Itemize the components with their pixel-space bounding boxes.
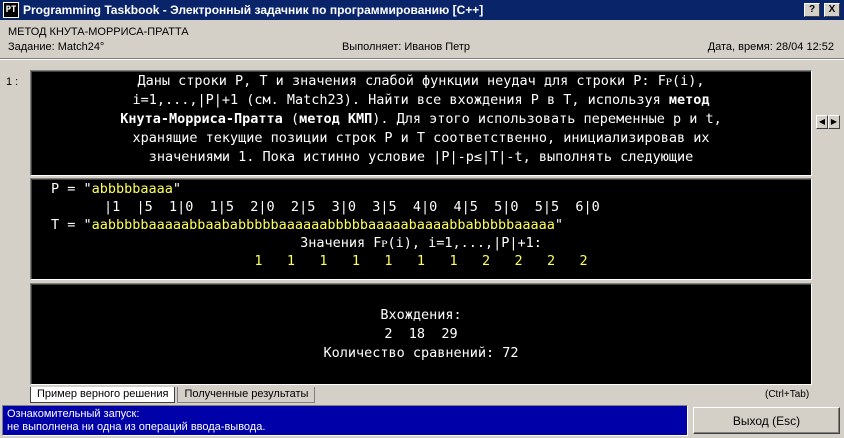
occurrences-label: Вхождения: <box>380 307 462 323</box>
pane-index: 1 : <box>6 76 19 88</box>
task-info-row: Задание: Match24° Выполняет: Иванов Петр… <box>8 41 834 53</box>
result-panel: Вхождения: 2 18 29 Количество сравнений:… <box>30 283 812 385</box>
position-ruler: |1 |5 1|0 1|5 2|0 2|5 3|0 3|5 4|0 4|5 5|… <box>104 199 600 215</box>
tab-obtained-results[interactable]: Полученные результаты <box>177 387 316 403</box>
help-button[interactable]: ? <box>804 3 820 17</box>
failure-function-label: Значения Fᴘ(i), i=1,...,|P|+1: <box>300 235 542 251</box>
occurrences-values: 2 18 29 <box>384 326 458 342</box>
t-string-line: T = "aabbbbbaaaaabbaababbbbbaaaaaabbbbba… <box>51 217 564 233</box>
input-data-panel: P = "abbbbbaaaa" |1 |5 1|0 1|5 2|0 2|5 3… <box>30 178 812 280</box>
title-bar: PT Programming Taskbook - Электронный за… <box>0 0 844 20</box>
pane-scroll-arrows: ◀ ▶ <box>816 115 840 129</box>
window-title: Programming Taskbook - Электронный задач… <box>23 3 484 17</box>
header-divider <box>0 58 844 60</box>
p-string-value: abbbbbaaaa <box>91 181 173 197</box>
bold-kmp-name: Кнута-Морриса-Пратта <box>120 111 283 127</box>
tab-sample-solution[interactable]: Пример верного решения <box>30 387 176 403</box>
close-button[interactable]: X <box>824 3 840 17</box>
task-line: хранящие текущие позиции строк P и T соо… <box>132 130 710 146</box>
datetime-label: Дата, время: 28/04 12:52 <box>707 41 834 53</box>
task-label: Задание: Match24° <box>8 41 105 53</box>
task-line: Кнута-Морриса-Пратта (метод КМП). Для эт… <box>120 111 722 127</box>
bold-method: метод <box>668 92 710 108</box>
status-message: Ознакомительный запуск: не выполнена ни … <box>2 405 688 436</box>
comparisons-label: Количество сравнений: 72 <box>323 345 519 361</box>
scroll-left-icon[interactable]: ◀ <box>816 115 828 129</box>
scroll-right-icon[interactable]: ▶ <box>828 115 840 129</box>
task-line: значениями 1. Пока истинно условие |P|-p… <box>148 149 694 165</box>
result-tabs: Пример верного решения Полученные резуль… <box>30 387 317 403</box>
t-string-value: aabbbbbaaaaabbaababbbbbaaaaaabbbbbaaaaab… <box>91 217 555 233</box>
exit-button[interactable]: Выход (Esc) <box>693 407 840 434</box>
task-line: Даны строки P, T и значения слабой функц… <box>137 73 705 89</box>
executor-label: Выполняет: Иванов Петр <box>341 41 471 53</box>
method-title: МЕТОД КНУТА-МОРРИСА-ПРАТТА <box>8 26 189 38</box>
tab-hotkey-hint: (Ctrl+Tab) <box>765 389 810 400</box>
task-description-panel: Даны строки P, T и значения слабой функц… <box>30 70 812 176</box>
status-line: Ознакомительный запуск: <box>7 408 140 420</box>
status-line: не выполнена ни одна из операций ввода-в… <box>7 421 266 433</box>
app-icon: PT <box>3 2 19 18</box>
bold-kmp-short: метод КМП <box>299 111 373 127</box>
task-line: i=1,...,|P|+1 (см. Match23). Найти все в… <box>132 92 710 108</box>
failure-function-values: 1 1 1 1 1 1 1 2 2 2 2 <box>254 253 588 269</box>
p-string-line: P = "abbbbbaaaa" <box>51 181 182 197</box>
